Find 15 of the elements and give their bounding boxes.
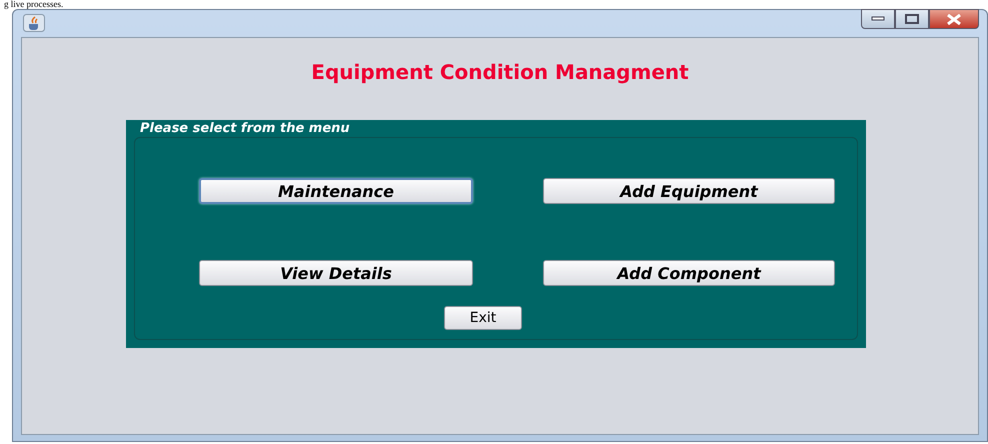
close-icon — [946, 14, 962, 24]
minimize-button[interactable] — [861, 9, 895, 29]
panel-title: Please select from the menu — [139, 120, 350, 137]
java-coffee-cup-icon — [23, 14, 45, 32]
minimize-icon — [871, 16, 885, 22]
menu-button[interactable]: Maintenance — [199, 178, 473, 204]
close-button[interactable] — [929, 9, 979, 29]
menu-button[interactable]: View Details — [199, 260, 473, 286]
maximize-button[interactable] — [895, 9, 929, 29]
menu-button[interactable]: Add Component — [543, 260, 835, 286]
document-text: g live processes. — [3, 0, 64, 9]
app-heading: Equipment Condition Managment — [311, 60, 689, 84]
menu-button[interactable]: Add Equipment — [543, 178, 835, 204]
exit-button[interactable]: Exit — [444, 306, 522, 330]
maximize-icon — [905, 14, 919, 24]
